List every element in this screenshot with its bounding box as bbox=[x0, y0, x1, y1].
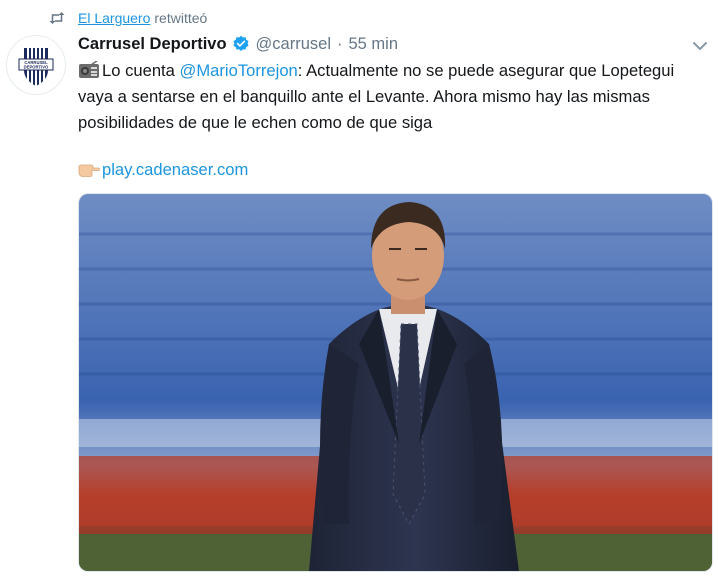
display-name[interactable]: Carrusel Deportivo bbox=[78, 35, 227, 54]
chevron-down-icon[interactable] bbox=[692, 40, 708, 52]
tweet-photo[interactable] bbox=[78, 193, 713, 572]
timestamp[interactable]: 55 min bbox=[348, 35, 398, 54]
radio-emoji-icon bbox=[79, 61, 99, 78]
link-row: play.cadenaser.com bbox=[78, 158, 248, 182]
tweet-text: Lo cuenta @MarioTorrejon: Actualmente no… bbox=[78, 58, 708, 136]
svg-text:DEPORTIVO: DEPORTIVO bbox=[24, 65, 49, 70]
tweet-header: Carrusel Deportivo @carrusel · 55 min bbox=[78, 32, 398, 56]
verified-badge-icon bbox=[233, 35, 249, 52]
carrusel-deportivo-logo: CARRUSEL DEPORTIVO bbox=[8, 37, 64, 93]
photo-coach-in-stadium bbox=[79, 194, 712, 571]
mention-link[interactable]: @MarioTorrejon bbox=[180, 61, 298, 80]
avatar[interactable]: CARRUSEL DEPORTIVO bbox=[6, 35, 66, 95]
retweet-context: El Larguero retwitteó bbox=[48, 8, 207, 28]
retweet-icon bbox=[49, 12, 65, 24]
user-handle[interactable]: @carrusel bbox=[256, 35, 331, 54]
external-link[interactable]: play.cadenaser.com bbox=[102, 160, 248, 179]
tweet-text-part1: Lo cuenta bbox=[102, 61, 180, 80]
retweet-suffix: retwitteó bbox=[154, 10, 208, 26]
retweeter-link[interactable]: El Larguero bbox=[78, 10, 150, 26]
separator-dot: · bbox=[336, 34, 343, 53]
pointing-hand-emoji-icon bbox=[78, 164, 100, 177]
